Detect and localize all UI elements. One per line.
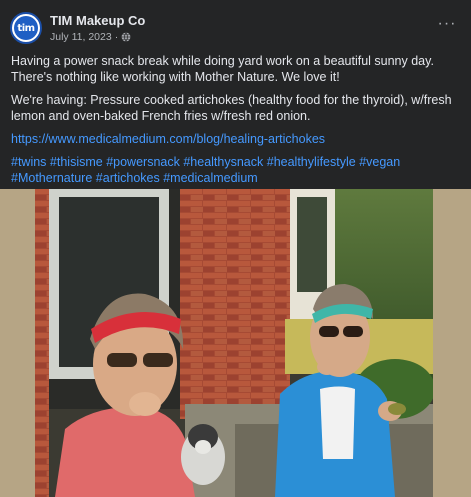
post-body: Having a power snack break while doing y…	[11, 53, 461, 193]
post-paragraph: Having a power snack break while doing y…	[11, 54, 434, 84]
meta-separator: ·	[114, 31, 119, 43]
page-name[interactable]: TIM Makeup Co	[50, 13, 145, 28]
hashtag[interactable]: #artichokes	[96, 171, 160, 185]
hashtag-list: #twins #thisisme #powersnack #healthysna…	[11, 154, 461, 186]
post-photo[interactable]	[35, 189, 433, 497]
post-meta: July 11, 2023 ·	[50, 31, 131, 43]
post-date[interactable]: July 11, 2023	[50, 31, 112, 43]
hashtag[interactable]: #powersnack	[106, 155, 180, 169]
photo-illustration	[35, 189, 433, 497]
avatar-logo-text: tim	[17, 22, 35, 34]
hashtag[interactable]: #Mothernature	[11, 171, 92, 185]
post-link[interactable]: https://www.medicalmedium.com/blog/heali…	[11, 132, 325, 146]
page-avatar[interactable]: tim	[10, 12, 42, 44]
hashtag[interactable]: #twins	[11, 155, 46, 169]
hashtag[interactable]: #healthysnack	[183, 155, 263, 169]
more-options-button[interactable]: ···	[433, 14, 461, 34]
hashtag[interactable]: #vegan	[359, 155, 400, 169]
hashtag[interactable]: #thisisme	[50, 155, 103, 169]
hashtag[interactable]: #medicalmedium	[163, 171, 257, 185]
facebook-post: tim TIM Makeup Co July 11, 2023 · ··· Ha…	[0, 0, 471, 497]
globe-icon	[121, 32, 131, 42]
hashtag[interactable]: #healthylifestyle	[267, 155, 356, 169]
post-header: tim TIM Makeup Co July 11, 2023 · ···	[10, 12, 461, 46]
post-paragraph: We're having: Pressure cooked artichokes…	[11, 93, 452, 123]
avatar-logo: tim	[14, 16, 38, 40]
post-photo-frame[interactable]	[0, 189, 471, 497]
